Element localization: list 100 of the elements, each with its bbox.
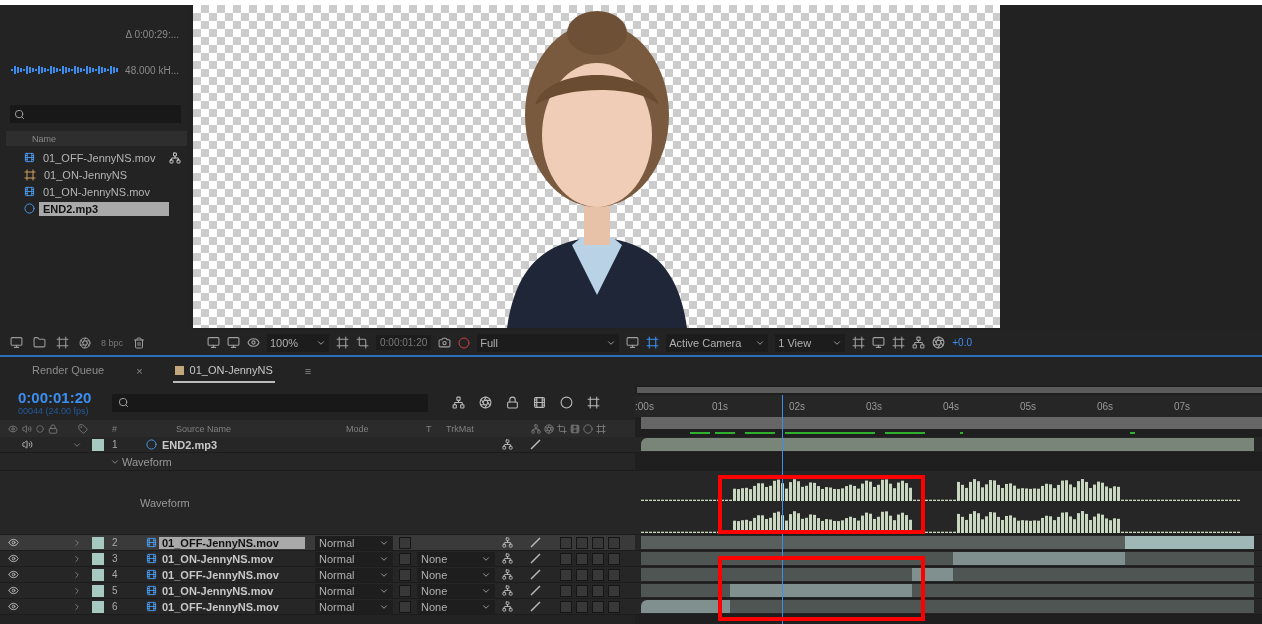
track-matte-dropdown[interactable]: None [417, 551, 495, 566]
label-swatch[interactable] [92, 552, 104, 565]
mode-dropdown[interactable]: Normal [315, 583, 393, 598]
expand-caret-icon[interactable] [72, 601, 82, 612]
switch-box[interactable] [399, 552, 411, 565]
label-swatch[interactable] [92, 568, 104, 581]
switch-box[interactable] [608, 568, 620, 581]
layer-name[interactable]: 01_ON-JennyNS.mov [159, 552, 277, 565]
flowchart-icon[interactable] [169, 151, 181, 164]
track-matte-dropdown[interactable]: None [417, 599, 495, 614]
snapshot-icon [438, 336, 452, 349]
layer-bar[interactable] [953, 552, 1125, 565]
work-area-bar[interactable] [641, 417, 1262, 429]
layer-bar[interactable] [641, 568, 912, 581]
slash-icon[interactable] [530, 553, 541, 564]
slash-icon[interactable] [530, 439, 541, 450]
switch-box[interactable] [560, 584, 572, 597]
property-group[interactable]: Waveform [122, 455, 172, 468]
camera-dropdown[interactable]: Active Camera [666, 333, 769, 352]
layer-row[interactable]: 5 01_ON-JennyNS.mov Normal None [0, 583, 635, 599]
panel-tab[interactable]: Render Queue [30, 359, 107, 383]
switch-box[interactable] [592, 568, 604, 581]
bit-depth-label[interactable]: 8 bpc [101, 337, 124, 348]
layer-name[interactable]: 01_OFF-JennyNS.mov [159, 568, 282, 581]
slash-icon[interactable] [530, 537, 541, 548]
layer-bar[interactable] [641, 584, 730, 597]
layer-bar[interactable] [641, 438, 1254, 451]
layer-row[interactable]: 2 01_OFF-JennyNS.mov Normal [0, 535, 635, 551]
label-swatch[interactable] [92, 536, 104, 549]
expand-caret-icon[interactable] [72, 553, 82, 564]
switch-box[interactable] [576, 536, 588, 549]
resolution-dropdown[interactable]: Full [477, 333, 620, 352]
layer-name[interactable]: 01_ON-JennyNS.mov [159, 584, 277, 597]
slash-icon[interactable] [530, 585, 541, 596]
project-item[interactable]: END2.mp3 [39, 201, 169, 216]
switch-box[interactable] [608, 600, 620, 613]
label-swatch[interactable] [92, 584, 104, 597]
switch-box[interactable] [560, 536, 572, 549]
project-item[interactable]: 01_ON-JennyNS [40, 167, 132, 182]
lock-icon [48, 423, 58, 434]
layer-name[interactable]: END2.mp3 [159, 438, 221, 451]
mode-dropdown[interactable]: Normal [315, 599, 393, 614]
layer-bar[interactable] [1125, 536, 1254, 549]
exposure-value[interactable]: +0.0 [952, 337, 972, 348]
project-item[interactable]: 01_ON-JennyNS.mov [39, 184, 154, 199]
layer-bar[interactable] [912, 584, 1254, 597]
time-ruler[interactable]: :00s 01s 02s 03s 04s 05s 06s 07s [635, 395, 1262, 417]
track-matte-dropdown[interactable]: None [417, 567, 495, 582]
slash-icon[interactable] [530, 601, 541, 612]
current-time[interactable]: 0:00:01:20 [18, 389, 98, 406]
project-item[interactable]: 01_OFF-JennyNS.mov [39, 150, 160, 165]
switch-box[interactable] [560, 600, 572, 613]
time-navigator[interactable] [637, 387, 1262, 393]
switch-box[interactable] [608, 584, 620, 597]
layer-row[interactable]: 6 01_OFF-JennyNS.mov Normal None [0, 599, 635, 615]
layer-name[interactable]: 01_OFF-JennyNS.mov [159, 600, 282, 613]
expand-caret-icon[interactable] [72, 537, 82, 548]
layer-row[interactable]: 1 END2.mp3 [0, 437, 635, 453]
layer-bar[interactable] [730, 584, 912, 597]
track-matte-dropdown[interactable]: None [417, 583, 495, 598]
layer-bar[interactable] [730, 600, 1254, 613]
layer-row[interactable]: 3 01_ON-JennyNS.mov Normal None [0, 551, 635, 567]
switch-box[interactable] [592, 552, 604, 565]
switch-box[interactable] [576, 584, 588, 597]
search-field[interactable] [10, 105, 181, 123]
view-layout-dropdown[interactable]: 1 View [775, 333, 846, 352]
search-field[interactable] [112, 393, 428, 412]
mode-dropdown[interactable]: Normal [315, 551, 393, 566]
timecode-field[interactable]: 0:00:01:20 [376, 335, 432, 350]
switch-box[interactable] [592, 536, 604, 549]
layer-bar[interactable] [641, 600, 730, 613]
label-swatch[interactable] [92, 600, 104, 613]
switch-box[interactable] [592, 584, 604, 597]
switch-box[interactable] [576, 552, 588, 565]
switch-box[interactable] [576, 568, 588, 581]
mode-dropdown[interactable]: Normal [315, 535, 393, 550]
switch-box[interactable] [399, 568, 411, 581]
zoom-dropdown[interactable]: 100% [267, 333, 329, 352]
switch-box[interactable] [592, 600, 604, 613]
layer-bar[interactable] [641, 536, 1125, 549]
switch-box[interactable] [608, 552, 620, 565]
slash-icon[interactable] [530, 569, 541, 580]
switch-box[interactable] [399, 536, 411, 549]
label-swatch[interactable] [92, 438, 104, 451]
close-icon[interactable]: × [136, 365, 143, 377]
panel-tab[interactable]: 01_ON-JennyNS [172, 359, 275, 383]
mode-dropdown[interactable]: Normal [315, 567, 393, 582]
expand-caret-icon[interactable] [72, 569, 82, 580]
layer-bar[interactable] [1125, 552, 1254, 565]
switch-box[interactable] [608, 536, 620, 549]
switch-box[interactable] [399, 584, 411, 597]
layer-bar[interactable] [953, 568, 1254, 581]
layer-name[interactable]: 01_OFF-JennyNS.mov [159, 536, 305, 549]
expand-caret-icon[interactable] [72, 585, 82, 596]
switch-box[interactable] [560, 568, 572, 581]
menu-icon[interactable]: ≡ [304, 365, 312, 377]
layer-row[interactable]: 4 01_OFF-JennyNS.mov Normal None [0, 567, 635, 583]
switch-box[interactable] [576, 600, 588, 613]
switch-box[interactable] [399, 600, 411, 613]
switch-box[interactable] [560, 552, 572, 565]
